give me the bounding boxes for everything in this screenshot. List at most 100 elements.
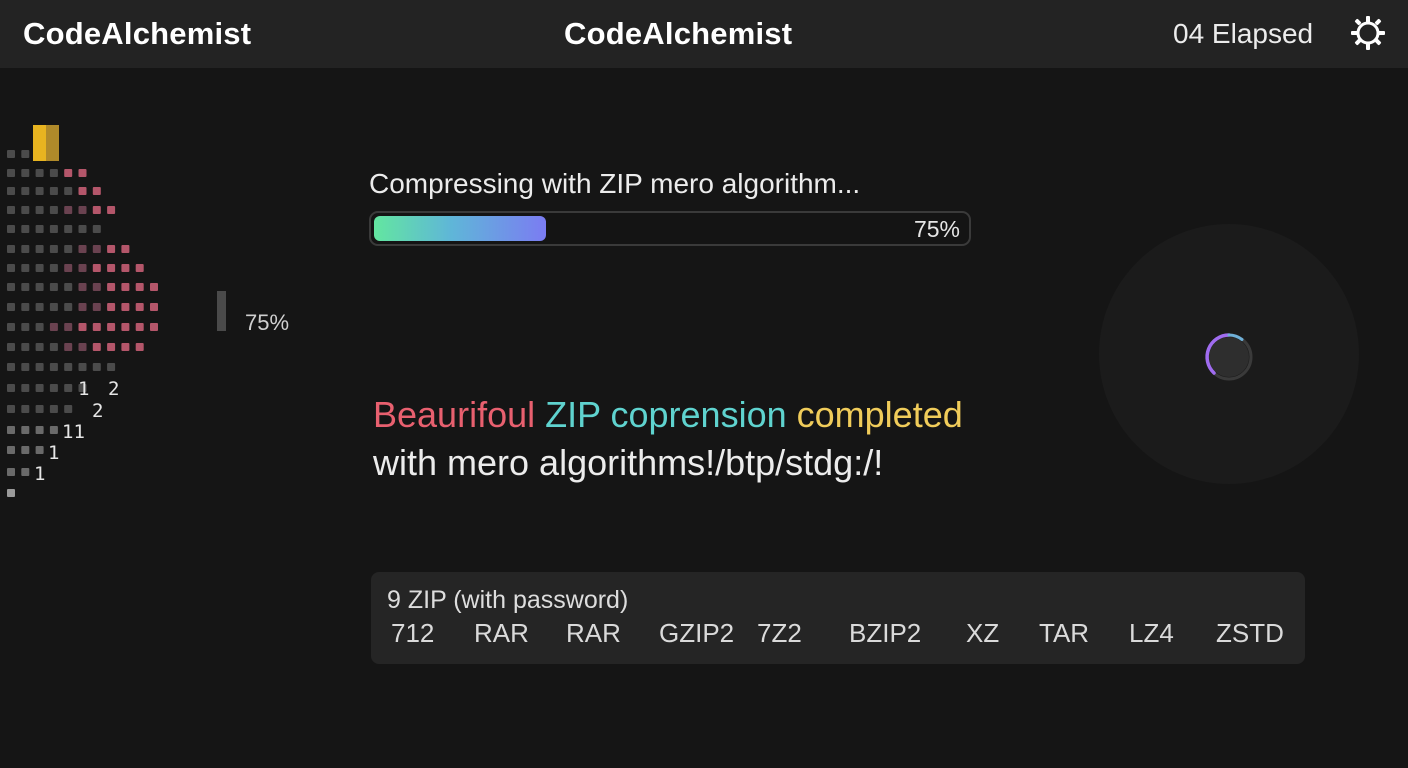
grid-block: [21, 468, 30, 476]
grid-block: [78, 264, 87, 272]
grid-block: [7, 150, 15, 158]
grid-block: [107, 264, 116, 272]
grid-block: [150, 303, 158, 311]
message-word: ZIP: [545, 394, 601, 435]
grid-block: [92, 225, 101, 233]
highlight-block: [33, 125, 46, 161]
grid-block: [21, 169, 30, 177]
grid-block: [21, 426, 30, 434]
format-option[interactable]: RAR: [474, 618, 529, 649]
grid-block: [35, 283, 44, 291]
app-title-left: CodeAlchemist: [23, 16, 252, 51]
grid-block: [64, 245, 73, 253]
grid-block: [107, 323, 116, 331]
grid-block: [92, 323, 101, 331]
grid-block: [7, 225, 15, 233]
grid-block: [21, 225, 30, 233]
compress-status: Compressing with ZIP mero algorithm...: [369, 168, 861, 199]
grid-block: [49, 206, 58, 214]
grid-block: [78, 169, 87, 177]
grid-block: [92, 303, 101, 311]
gear-icon[interactable]: [1349, 14, 1387, 52]
grid-block: [7, 363, 15, 371]
top-bar: CodeAlchemist CodeAlchemist 04 Elapsed: [0, 0, 1408, 68]
grid-block: [135, 283, 144, 291]
format-option[interactable]: LZ4: [1129, 618, 1174, 649]
grid-block: [35, 405, 44, 413]
format-option[interactable]: 712: [391, 618, 434, 649]
grid-block: [78, 303, 87, 311]
message-word: completed: [796, 394, 963, 435]
grid-block: [107, 363, 116, 371]
grid-block: [49, 169, 58, 177]
grid-block: [21, 303, 30, 311]
formats-panel: 9 ZIP (with password) 712 RAR RAR GZIP2 …: [371, 572, 1305, 664]
grid-block: [35, 384, 44, 392]
grid-block: [7, 264, 15, 272]
grid-block: [35, 264, 44, 272]
format-option[interactable]: TAR: [1039, 618, 1089, 649]
grid-block: [49, 343, 58, 351]
grid-block: [49, 187, 58, 195]
grid-block: [92, 206, 101, 214]
app-title-center: CodeAlchemist: [564, 16, 793, 51]
format-option[interactable]: XZ: [966, 618, 999, 649]
grid-block: [21, 150, 30, 158]
grid-block: [21, 264, 30, 272]
grid-block: [21, 187, 30, 195]
grid-block: [21, 405, 30, 413]
grid-block: [64, 405, 73, 413]
grid-block: [107, 245, 116, 253]
grid-block: [49, 426, 58, 434]
grid-block: [64, 225, 73, 233]
grid-block: [92, 363, 101, 371]
grid-block: [49, 363, 58, 371]
grid-block: [64, 206, 73, 214]
grid-block: [49, 283, 58, 291]
grid-block: [78, 206, 87, 214]
message-word: Beaurifoul: [373, 394, 536, 435]
grid-block: [21, 384, 30, 392]
grid-block: [121, 303, 130, 311]
grid-block: [35, 446, 44, 454]
grid-block: [7, 245, 15, 253]
progress-bar: 75%: [369, 211, 971, 246]
grid-block: [121, 245, 130, 253]
grid-block: [35, 225, 44, 233]
grid-block: [107, 343, 116, 351]
grid-block: [92, 283, 101, 291]
grid-number: 1: [48, 442, 59, 464]
grid-block: [7, 446, 15, 454]
grid-block: [135, 264, 144, 272]
grid-block: [7, 468, 15, 476]
grid-block: [78, 363, 87, 371]
grid-block: [107, 303, 116, 311]
grid-block: [7, 169, 15, 177]
grid-block: [35, 363, 44, 371]
grid-block: [7, 343, 15, 351]
grid-block: [64, 384, 73, 392]
format-option[interactable]: 7Z2: [757, 618, 802, 649]
grid-block: [64, 187, 73, 195]
format-option[interactable]: BZIP2: [849, 618, 921, 649]
grid-block: [64, 343, 73, 351]
grid-block: [35, 206, 44, 214]
loading-spinner-icon: [1202, 330, 1256, 384]
grid-block: [49, 225, 58, 233]
format-option[interactable]: ZSTD: [1216, 618, 1284, 649]
grid-block: [7, 187, 15, 195]
message-word: coprension: [610, 394, 787, 435]
side-level-bar: [217, 291, 226, 331]
grid-block: [107, 283, 116, 291]
grid-block: [92, 264, 101, 272]
grid-block: [7, 283, 15, 291]
format-option[interactable]: RAR: [566, 618, 621, 649]
grid-block: [64, 363, 73, 371]
grid-block: [35, 303, 44, 311]
formats-title: 9 ZIP (with password): [387, 586, 629, 614]
grid-block: [78, 343, 87, 351]
highlight-block: [46, 125, 59, 161]
format-option[interactable]: GZIP2: [659, 618, 734, 649]
grid-number: 1: [78, 378, 89, 400]
grid-block: [78, 187, 87, 195]
